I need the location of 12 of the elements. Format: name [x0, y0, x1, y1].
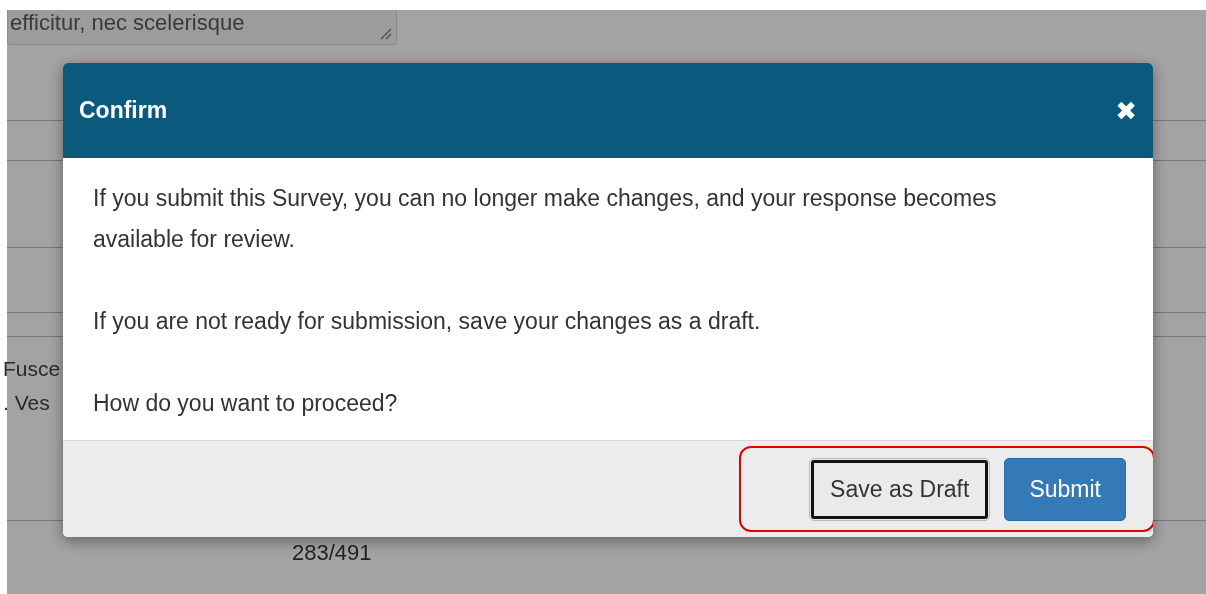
background-text: . Ves [3, 391, 51, 415]
message-text: If you submit this Survey, you can no longer make changes, and your response becomes available for review. [93, 184, 998, 254]
message-text: If you are not ready for submission, save your changes as a draft. [93, 307, 762, 336]
text-area-value: efficitur, nec scelerisque [10, 10, 245, 36]
text-area[interactable]: efficitur, nec scelerisque [7, 10, 397, 45]
save-draft-button[interactable]: Save as Draft [809, 457, 991, 521]
dialog-title: Confirm [79, 97, 168, 124]
message-text: How do you want to proceed? [93, 389, 399, 418]
resize-grip-icon[interactable] [378, 26, 392, 40]
submit-button[interactable]: Submit [1004, 457, 1126, 521]
character-counter: 283/491 [292, 540, 372, 566]
close-button[interactable]: ✖ [1115, 95, 1137, 126]
